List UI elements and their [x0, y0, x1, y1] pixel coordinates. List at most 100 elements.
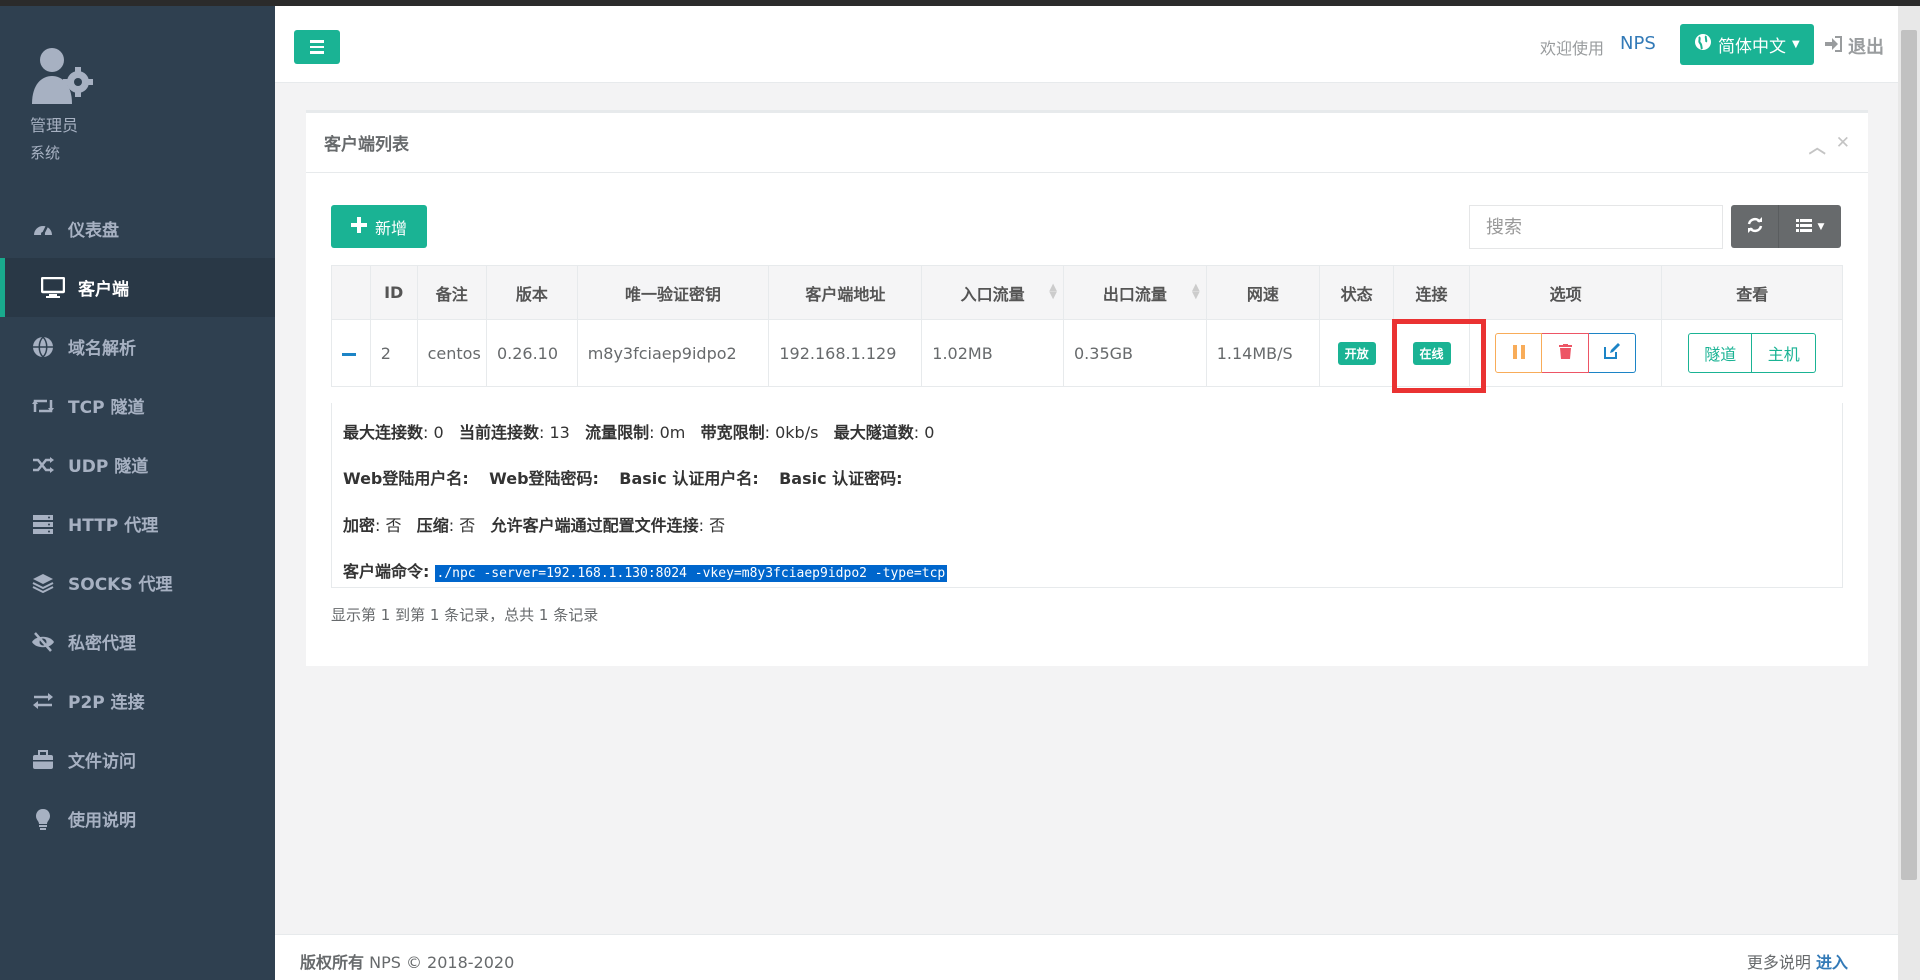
sidebar-item-label: HTTP 代理: [68, 516, 159, 536]
desktop-icon: [40, 276, 66, 299]
delete-button[interactable]: [1542, 333, 1590, 373]
detail-label: 加密: [343, 516, 376, 535]
detail-label: 允许客户端通过配置文件连接: [490, 516, 699, 535]
sidebar-item-domain[interactable]: 域名解析: [0, 317, 275, 376]
view-host-button[interactable]: 主机: [1752, 333, 1817, 373]
list-icon: [1795, 217, 1812, 236]
caret-down-icon: ▼: [1792, 39, 1800, 50]
client-list-panel: 客户端列表 ︿ ✕ 新增 ▼ ID: [306, 110, 1868, 666]
column-header-sortable[interactable]: 出口流量 ▲ ▼: [1063, 265, 1207, 320]
scrollbar-thumb[interactable]: [1901, 30, 1917, 880]
refresh-button[interactable]: [1731, 205, 1779, 248]
cell-options: [1468, 319, 1663, 387]
detail-label: 流量限制: [585, 423, 650, 442]
edit-button[interactable]: [1589, 333, 1637, 373]
column-header[interactable]: 网速: [1205, 265, 1320, 320]
column-header[interactable]: 状态: [1318, 265, 1395, 320]
globe-icon: [1694, 33, 1712, 56]
copyright-text: NPS © 2018-2020: [369, 953, 515, 972]
sidebar-item-http[interactable]: HTTP 代理: [0, 494, 275, 553]
close-icon[interactable]: ✕: [1836, 133, 1850, 158]
sidebar-item-files[interactable]: 文件访问: [0, 730, 275, 789]
sidebar-item-label: 文件访问: [68, 752, 136, 772]
refresh-icon: [1747, 216, 1763, 237]
sidebar-item-dashboard[interactable]: 仪表盘: [0, 199, 275, 258]
column-header[interactable]: 备注: [416, 265, 487, 320]
cell-out-flow: 0.35GB: [1063, 319, 1207, 387]
language-dropdown-button[interactable]: 简体中文 ▼: [1680, 24, 1814, 65]
dashboard-icon: [30, 218, 56, 240]
column-header-sortable[interactable]: 入口流量 ▲ ▼: [921, 265, 1064, 320]
column-header[interactable]: 连接: [1393, 265, 1470, 320]
sort-icon: ▲ ▼: [1192, 282, 1200, 301]
menu-toggle-button[interactable]: [294, 30, 340, 64]
column-header[interactable]: 选项: [1468, 265, 1663, 320]
detail-value: 0kb/s: [775, 423, 819, 442]
exchange-icon: [30, 690, 56, 712]
sidebar-item-label: UDP 隧道: [68, 457, 149, 477]
sidebar-item-label: SOCKS 代理: [68, 575, 173, 595]
columns-toggle-button[interactable]: ▼: [1779, 205, 1841, 248]
cell-address: 192.168.1.129: [768, 319, 923, 387]
out-flow-header: 出口流量: [1102, 284, 1167, 304]
sidebar-item-clients[interactable]: 客户端: [0, 258, 275, 317]
detail-value: 0: [924, 423, 935, 442]
sidebar-item-socks[interactable]: SOCKS 代理: [0, 553, 275, 612]
add-label: 新增: [374, 218, 407, 238]
column-header[interactable]: 查看: [1661, 265, 1843, 320]
sidebar-item-p2p[interactable]: P2P 连接: [0, 671, 275, 730]
in-flow-header: 入口流量: [960, 284, 1025, 304]
status-badge: 开放: [1337, 341, 1376, 365]
sort-icon: ▲ ▼: [1049, 282, 1057, 301]
detail-label: 带宽限制: [700, 423, 765, 442]
column-header[interactable]: 客户端地址: [768, 265, 923, 320]
sidebar: 管理员 系统 仪表盘 客户端 域名解析 TCP 隧道 UDP 隧道 HTTP 代…: [0, 6, 275, 980]
cell-version: 0.26.10: [485, 319, 578, 387]
welcome-text: 欢迎使用: [1540, 39, 1605, 58]
search-input[interactable]: [1469, 205, 1723, 249]
sidebar-item-udp[interactable]: UDP 隧道: [0, 435, 275, 494]
detail-value: 否: [459, 516, 476, 535]
sidebar-item-tcp[interactable]: TCP 隧道: [0, 376, 275, 435]
view-tunnel-button[interactable]: 隧道: [1688, 333, 1753, 373]
sidebar-item-label: 客户端: [78, 280, 129, 300]
pause-button[interactable]: [1495, 333, 1543, 373]
globe-icon: [30, 335, 56, 358]
column-header[interactable]: 唯一验证密钥: [576, 265, 770, 320]
more-link[interactable]: 进入: [1816, 953, 1848, 972]
add-client-button[interactable]: 新增: [331, 205, 427, 248]
sidebar-item-secret[interactable]: 私密代理: [0, 612, 275, 671]
sidebar-nav: 仪表盘 客户端 域名解析 TCP 隧道 UDP 隧道 HTTP 代理 SOCKS…: [0, 199, 275, 848]
table-header-row: ID 备注 版本 唯一验证密钥 客户端地址 入口流量 ▲ ▼ 出口流量 ▲ ▼ 网速 状…: [331, 265, 1843, 320]
column-header[interactable]: ID: [369, 265, 418, 320]
pause-icon: [1512, 344, 1525, 363]
copyright: 版权所有 NPS © 2018-2020: [300, 949, 514, 973]
detail-line-auth: Web登陆用户名: Web登陆密码: Basic 认证用户名: Basic 认证…: [343, 465, 903, 489]
detail-value: 否: [709, 516, 726, 535]
brand-link[interactable]: NPS: [1620, 33, 1656, 54]
user-gear-icon: [30, 44, 96, 106]
more-label: 更多说明: [1746, 953, 1811, 972]
sidebar-item-label: P2P 连接: [68, 693, 145, 713]
view-group: 隧道 主机: [1688, 333, 1817, 373]
client-command[interactable]: ./npc -server=192.168.1.130:8024 -vkey=m…: [434, 565, 948, 582]
row-detail: 最大连接数: 0 当前连接数: 13 流量限制: 0m 带宽限制: 0kb/s …: [331, 403, 1843, 588]
trash-icon: [1558, 343, 1572, 363]
highlight-box: [1392, 319, 1486, 393]
collapse-toggle[interactable]: [331, 319, 371, 387]
column-header[interactable]: 版本: [485, 265, 578, 320]
main-content: 欢迎使用 NPS 简体中文 ▼ 退出 客户端列表 ︿ ✕ 新增 搜索 ▼ ID …: [275, 6, 1900, 980]
cell-in-flow: 1.02MB: [921, 319, 1064, 387]
sidebar-item-help[interactable]: 使用说明: [0, 789, 275, 848]
copyright-label: 版权所有: [300, 953, 365, 972]
logout-link[interactable]: 退出: [1824, 33, 1884, 59]
table-toolbar: ▼: [1731, 205, 1841, 248]
profile-name: 管理员: [30, 116, 79, 135]
cell-remark: centos: [416, 319, 487, 387]
hamburger-icon: [310, 40, 324, 43]
profile[interactable]: 管理员 系统: [30, 44, 96, 163]
detail-line-options: 加密: 否 压缩: 否 允许客户端通过配置文件连接: 否: [343, 516, 726, 535]
detail-line-limits: 最大连接数: 0 当前连接数: 13 流量限制: 0m 带宽限制: 0kb/s …: [343, 423, 935, 442]
random-icon: [30, 454, 56, 476]
chevron-up-icon[interactable]: ︿: [1809, 133, 1826, 158]
